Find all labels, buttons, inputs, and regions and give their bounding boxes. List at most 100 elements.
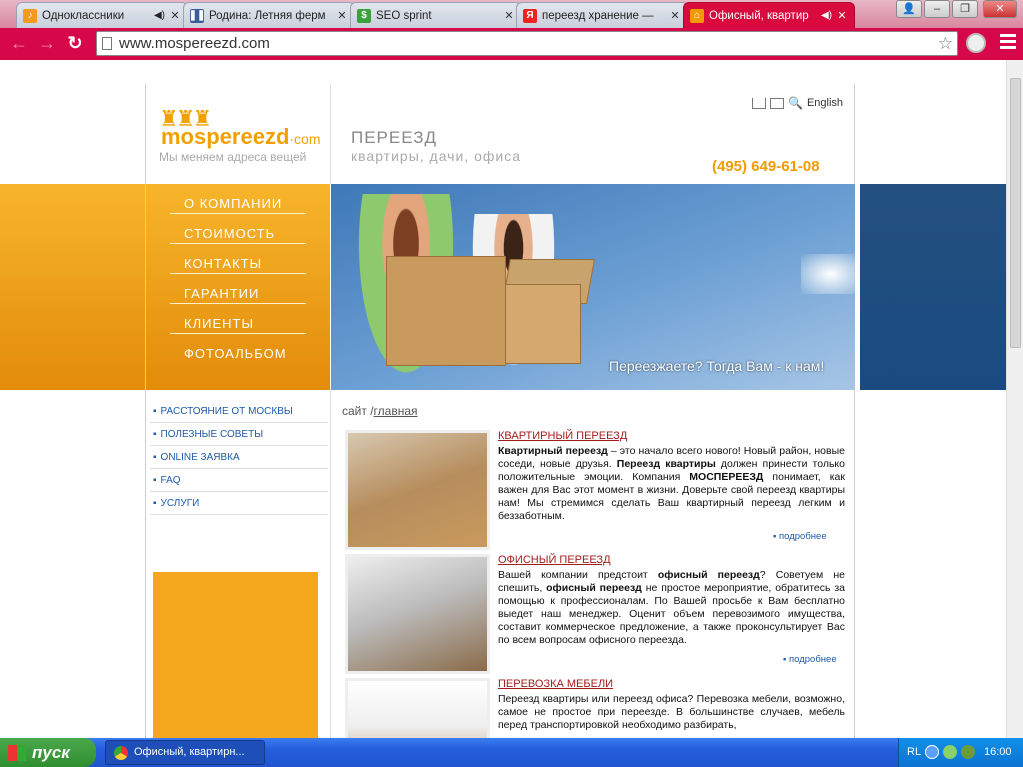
clock: 16:00 <box>984 746 1012 758</box>
side-menu: ▪ РАССТОЯНИЕ ОТ МОСКВЫ ▪ ПОЛЕЗНЫЕ СОВЕТЫ ▪… <box>150 400 328 515</box>
cloud <box>801 254 855 294</box>
tab-seo-sprint[interactable]: $ SEO sprint ✕ <box>350 2 522 28</box>
mail-icon[interactable] <box>770 97 784 109</box>
article-title[interactable]: ПЕРЕВОЗКА МЕБЕЛИ <box>498 678 613 690</box>
close-tab-icon[interactable]: ✕ <box>169 9 181 22</box>
browser-tab-bar: ♪ Одноклассники ◀) ✕ ❚❚ Родина: Летняя ф… <box>0 0 1023 28</box>
taskbar: пуск Офисный, квартирн... RL 16:00 <box>0 738 1023 767</box>
start-button[interactable]: пуск <box>0 738 96 767</box>
heading-title: ПЕРЕЕЗД <box>351 128 437 147</box>
close-tab-icon[interactable]: ✕ <box>336 9 348 22</box>
search-icon[interactable]: 🔍 <box>788 96 803 110</box>
scrollbar-thumb[interactable] <box>1010 78 1021 348</box>
article-title[interactable]: ОФИСНЫЙ ПЕРЕЕЗД <box>498 554 611 566</box>
side-item-services[interactable]: ▪ УСЛУГИ <box>150 492 328 515</box>
text-run: Вашей компании предстоит <box>498 569 658 581</box>
tab-yandex[interactable]: Я переезд хранение — ✕ <box>516 2 688 28</box>
menu-item-clients[interactable]: КЛИЕНТЫ <box>170 304 306 334</box>
article-apartment: КВАРТИРНЫЙ ПЕРЕЕЗД Квартирный переезд – … <box>345 430 845 555</box>
menu-item-contacts[interactable]: КОНТАКТЫ <box>170 244 306 274</box>
back-icon[interactable]: ← <box>8 32 30 54</box>
bookmark-star-icon[interactable]: ☆ <box>938 32 953 55</box>
main-menu: О КОМПАНИИ СТОИМОСТЬ КОНТАКТЫ ГАРАНТИИ К… <box>170 184 306 364</box>
bold-text: офисный переезд <box>546 582 642 594</box>
cardboard-box <box>501 284 581 364</box>
top-links: 🔍 English <box>752 96 843 110</box>
close-window-button[interactable]: ✕ <box>983 0 1017 18</box>
dollar-icon: $ <box>357 8 371 23</box>
bold-text: Квартирный переезд <box>498 445 608 457</box>
tab-title: Офисный, квартир <box>709 9 809 22</box>
breadcrumb-link[interactable]: главная <box>374 404 418 418</box>
close-tab-icon[interactable]: ✕ <box>836 9 848 22</box>
site-logo[interactable]: ♜♜♜ mospereezd·com Мы меняем адреса веще… <box>157 104 327 164</box>
tab-mospereezd[interactable]: ⌂ Офисный, квартир ◀) ✕ <box>683 2 855 28</box>
menu-item-price[interactable]: СТОИМОСТЬ <box>170 214 306 244</box>
browser-toolbar: ← → ↻ www.mospereezd.com ☆ <box>0 28 1023 60</box>
speaker-icon: ◀) <box>153 10 165 21</box>
heading-subtitle: квартиры, дачи, офиса <box>351 148 521 164</box>
bullet-icon: ▪ <box>153 498 157 509</box>
chrome-icon <box>114 746 128 760</box>
reload-icon[interactable]: ↻ <box>64 32 86 54</box>
text-run: Переезд квартиры или переезд офиса? Пере… <box>498 693 845 731</box>
divider <box>330 84 331 184</box>
antivirus-icon[interactable] <box>961 745 975 759</box>
article-photo <box>345 554 490 674</box>
minimize-button[interactable]: – <box>924 0 950 18</box>
slogan: Мы меняем адреса вещей <box>159 150 307 164</box>
tab-title: переезд хранение — <box>542 9 654 22</box>
tab-title: Одноклассники <box>42 9 125 22</box>
pencil-icon[interactable] <box>943 745 957 759</box>
bullet-icon: ▪ <box>153 475 157 486</box>
banner-caption: Переезжаете? Тогда Вам - к нам! <box>609 358 825 374</box>
side-item-distance[interactable]: ▪ РАССТОЯНИЕ ОТ МОСКВЫ <box>150 400 328 423</box>
side-item-online-order[interactable]: ▪ ONLINE ЗАЯВКА <box>150 446 328 469</box>
article-text: Вашей компании предстоит офисный переезд… <box>498 569 845 647</box>
lang-link[interactable]: English <box>807 97 843 109</box>
scrollbar[interactable] <box>1006 60 1023 738</box>
tab-title: Родина: Летняя ферм <box>209 9 326 22</box>
pause-icon: ❚❚ <box>188 8 206 23</box>
article-office: ОФИСНЫЙ ПЕРЕЕЗД Вашей компании предстоит… <box>345 554 845 679</box>
tab-title: SEO sprint <box>376 9 432 22</box>
page-icon <box>102 37 112 50</box>
side-item-tips[interactable]: ▪ ПОЛЕЗНЫЕ СОВЕТЫ <box>150 423 328 446</box>
article-title[interactable]: КВАРТИРНЫЙ ПЕРЕЕЗД <box>498 430 627 442</box>
extension-icon[interactable] <box>966 33 986 53</box>
language-indicator[interactable]: RL <box>907 746 921 758</box>
close-tab-icon[interactable]: ✕ <box>503 9 515 22</box>
forward-icon[interactable]: → <box>36 32 58 54</box>
address-bar[interactable]: www.mospereezd.com ☆ <box>96 31 958 56</box>
page-viewport: ♜♜♜ mospereezd·com Мы меняем адреса веще… <box>0 60 1023 738</box>
menu-icon[interactable] <box>1000 34 1016 52</box>
maximize-button[interactable]: ❐ <box>952 0 978 18</box>
more-link[interactable]: ▪ подробнее <box>783 654 837 665</box>
cardboard-box <box>386 256 506 366</box>
tab-rodina[interactable]: ❚❚ Родина: Летняя ферм ✕ <box>183 2 355 28</box>
speaker-icon: ◀) <box>820 10 832 21</box>
system-tray: RL 16:00 <box>898 738 1023 767</box>
windows-logo-icon <box>8 745 26 761</box>
more-link[interactable]: ▪ подробнее <box>773 531 827 542</box>
bold-text: офисный переезд <box>657 569 760 581</box>
phone-number: (495) 649-61-08 <box>712 158 820 175</box>
menu-item-photoalbum[interactable]: ФОТОАЛЬБОМ <box>170 334 306 364</box>
user-profile-button[interactable]: 👤 <box>896 0 922 18</box>
bullet-icon: ▪ <box>153 406 157 417</box>
back-arrow-icon[interactable] <box>925 745 939 759</box>
divider <box>330 390 331 738</box>
tab-odnoklassniki[interactable]: ♪ Одноклассники ◀) ✕ <box>16 2 188 28</box>
blue-band <box>860 184 1007 390</box>
taskbar-window-button[interactable]: Офисный, квартирн... <box>105 740 265 765</box>
home-icon[interactable] <box>752 97 766 109</box>
music-note-icon: ♪ <box>23 8 37 23</box>
side-item-faq[interactable]: ▪ FAQ <box>150 469 328 492</box>
article-text: Переезд квартиры или переезд офиса? Пере… <box>498 693 845 732</box>
article-furniture: ПЕРЕВОЗКА МЕБЕЛИ Переезд квартиры или пе… <box>345 678 845 738</box>
breadcrumb: сайт /главная <box>342 404 418 418</box>
menu-item-about[interactable]: О КОМПАНИИ <box>170 184 306 214</box>
bullet-icon: ▪ <box>153 429 157 440</box>
close-tab-icon[interactable]: ✕ <box>669 9 681 22</box>
menu-item-guarantees[interactable]: ГАРАНТИИ <box>170 274 306 304</box>
